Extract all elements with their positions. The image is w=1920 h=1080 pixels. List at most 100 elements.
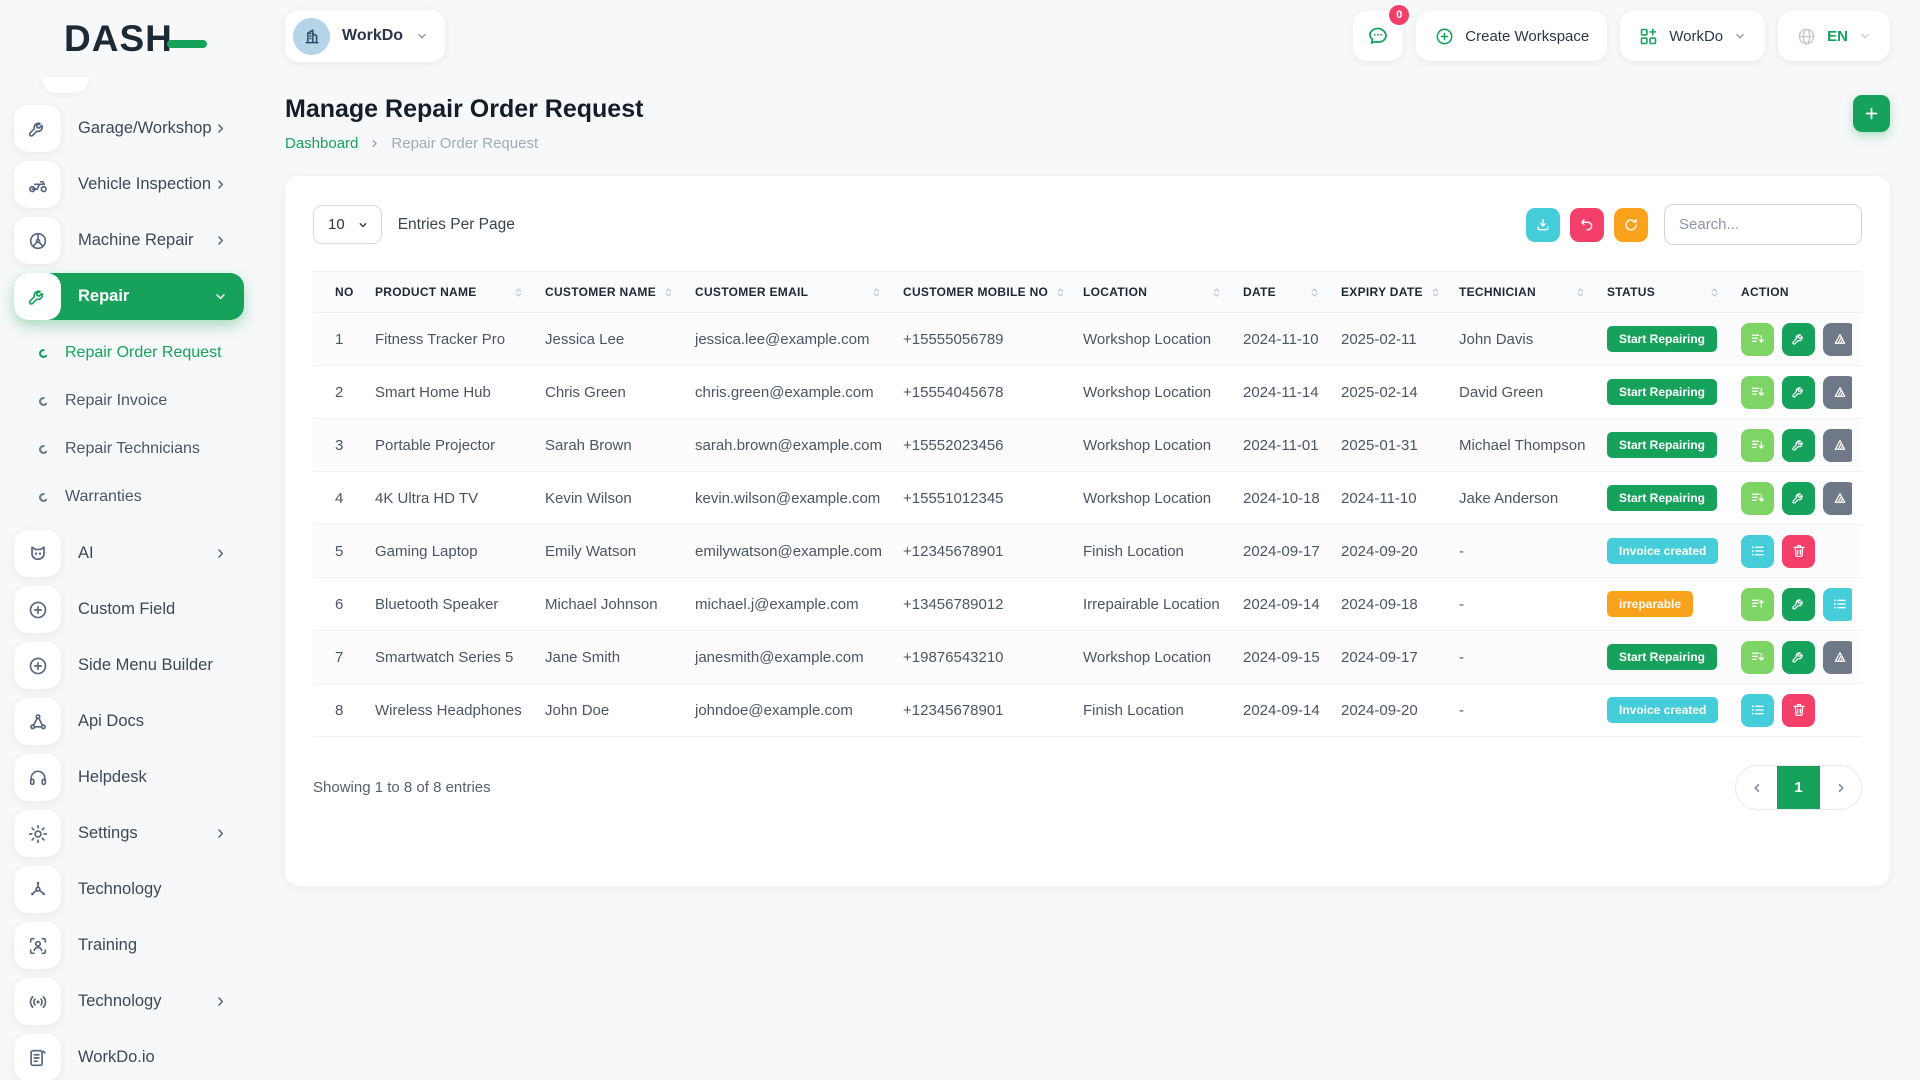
sort-icon[interactable]: [864, 286, 883, 299]
sort-down-action-button[interactable]: [1741, 375, 1774, 409]
sidebar-item-training[interactable]: Training: [14, 922, 244, 969]
workspace-switcher[interactable]: WorkDo: [285, 10, 446, 62]
status-badge[interactable]: Start Repairing: [1607, 485, 1718, 511]
repair-orders-card: 10 Entries Per Page NO PRODUCT NAME CUSTOM…: [285, 176, 1890, 886]
undo-button[interactable]: [1570, 207, 1604, 242]
sidebar-item-helpdesk[interactable]: Helpdesk: [14, 754, 244, 801]
status-badge[interactable]: irreparable: [1607, 591, 1694, 617]
wrench-action-button[interactable]: [1782, 322, 1815, 356]
sort-down-action-button[interactable]: [1741, 322, 1774, 356]
sort-icon[interactable]: [1302, 286, 1321, 299]
sort-down-action-button[interactable]: [1741, 481, 1774, 515]
sidebar-item-technology[interactable]: Technology: [14, 866, 244, 913]
column-header-product-name[interactable]: PRODUCT NAME: [365, 271, 535, 313]
trash-action-button[interactable]: [1782, 534, 1815, 568]
chevron-right-icon: [1838, 783, 1844, 792]
cell-date: 2024-10-18: [1233, 471, 1331, 525]
sort-icon[interactable]: [1048, 286, 1067, 299]
signal-action-button[interactable]: [1823, 428, 1852, 462]
signal-action-button[interactable]: [1823, 481, 1852, 515]
breadcrumb-dashboard-link[interactable]: Dashboard: [285, 135, 358, 152]
sidebar-item-machine-repair[interactable]: Machine Repair: [14, 217, 244, 264]
trash-action-button[interactable]: [1782, 693, 1815, 727]
brand-logo[interactable]: DASH: [64, 18, 207, 60]
cell-date: 2024-11-01: [1233, 418, 1331, 472]
sort-icon[interactable]: [1568, 286, 1587, 299]
sort-icon[interactable]: [506, 286, 525, 299]
row-actions: [1741, 481, 1852, 515]
status-badge[interactable]: Start Repairing: [1607, 326, 1718, 352]
refresh-button[interactable]: [1614, 207, 1648, 242]
topbar-actions: 0 Create Workspace WorkDo EN: [1353, 5, 1890, 61]
brand-logo-text: DASH: [64, 18, 173, 59]
sort-icon[interactable]: [1204, 286, 1223, 299]
list-action-button[interactable]: [1823, 587, 1852, 621]
sidebar-item-vehicle-inspection[interactable]: Vehicle Inspection: [14, 161, 244, 208]
status-badge[interactable]: Start Repairing: [1607, 432, 1718, 458]
status-badge[interactable]: Start Repairing: [1607, 379, 1718, 405]
wrench-action-button[interactable]: [1782, 428, 1815, 462]
sidebar-item-api-docs[interactable]: Api Docs: [14, 698, 244, 745]
table-row: 2 Smart Home Hub Chris Green chris.green@ex…: [313, 365, 1862, 419]
add-repair-order-button[interactable]: [1853, 95, 1890, 132]
sidebar-subitem-repair-order-request[interactable]: Repair Order Request: [0, 329, 260, 377]
signal-action-button[interactable]: [1823, 640, 1852, 674]
sidebar-item-repair[interactable]: Repair: [14, 273, 244, 320]
sidebar-subitem-repair-technicians[interactable]: Repair Technicians: [0, 425, 260, 473]
page-head: Manage Repair Order Request Dashboard Re…: [285, 95, 1890, 152]
cell-status: Start Repairing: [1597, 312, 1731, 366]
wrench-icon: [14, 273, 61, 320]
column-header-customer-name[interactable]: CUSTOMER NAME: [535, 271, 685, 313]
pagination-page-1[interactable]: 1: [1777, 766, 1820, 809]
cell-action: [1731, 577, 1862, 631]
pagination-next-button[interactable]: [1820, 766, 1861, 809]
sidebar-subitem-warranties[interactable]: Warranties: [0, 473, 260, 521]
sort-down-action-button[interactable]: [1741, 640, 1774, 674]
sort-down-action-button[interactable]: [1741, 428, 1774, 462]
column-header-technician[interactable]: TECHNICIAN: [1449, 271, 1597, 313]
sidebar-item-ai[interactable]: AI: [14, 530, 244, 577]
export-button[interactable]: [1526, 207, 1560, 242]
cell-location: Finish Location: [1073, 524, 1233, 578]
list-action-button[interactable]: [1741, 534, 1774, 568]
sort-up-action-button[interactable]: [1741, 587, 1774, 621]
sidebar-item-side-menu-builder[interactable]: Side Menu Builder: [14, 642, 244, 689]
chat-button[interactable]: 0: [1353, 5, 1410, 61]
status-badge[interactable]: Start Repairing: [1607, 644, 1718, 670]
pagination-prev-button[interactable]: [1736, 766, 1777, 809]
create-workspace-button[interactable]: Create Workspace: [1416, 11, 1608, 61]
column-header-customer-email[interactable]: CUSTOMER EMAIL: [685, 271, 893, 313]
language-selector[interactable]: EN: [1778, 11, 1890, 61]
cell-customer-name: Jessica Lee: [535, 312, 685, 366]
sidebar-subitem-label: Warranties: [65, 488, 142, 505]
sidebar-item-workdo-io[interactable]: WorkDo.io: [14, 1034, 244, 1080]
signal-action-button[interactable]: [1823, 322, 1852, 356]
wrench-action-button[interactable]: [1782, 587, 1815, 621]
column-header-customer-mobile-no[interactable]: CUSTOMER MOBILE NO: [893, 271, 1073, 313]
column-header-location[interactable]: LOCATION: [1073, 271, 1233, 313]
cell-status: Invoice created: [1597, 524, 1731, 578]
search-input[interactable]: [1664, 204, 1862, 245]
sort-icon[interactable]: [656, 286, 675, 299]
signal-action-button[interactable]: [1823, 375, 1852, 409]
status-badge[interactable]: Invoice created: [1607, 538, 1719, 564]
status-badge[interactable]: Invoice created: [1607, 697, 1719, 723]
sidebar-item-settings[interactable]: Settings: [14, 810, 244, 857]
sidebar-item-technology[interactable]: Technology: [14, 978, 244, 1025]
column-header-expiry-date[interactable]: EXPIRY DATE: [1331, 271, 1449, 313]
list-action-button[interactable]: [1741, 693, 1774, 727]
sort-icon[interactable]: [1423, 286, 1442, 299]
column-header-date[interactable]: DATE: [1233, 271, 1331, 313]
workdo-menu-button[interactable]: WorkDo: [1620, 11, 1766, 61]
wrench-action-button[interactable]: [1782, 481, 1815, 515]
wrench-action-button[interactable]: [1782, 640, 1815, 674]
sidebar-item-custom-field[interactable]: Custom Field: [14, 586, 244, 633]
main-content: Manage Repair Order Request Dashboard Re…: [285, 73, 1920, 1080]
column-header-status[interactable]: STATUS: [1597, 271, 1731, 313]
sort-icon[interactable]: [1702, 286, 1721, 299]
wrench-action-button[interactable]: [1782, 375, 1815, 409]
entries-per-page-select[interactable]: 10: [313, 205, 382, 244]
pagination: 1: [1735, 765, 1862, 810]
sidebar-subitem-repair-invoice[interactable]: Repair Invoice: [0, 377, 260, 425]
sidebar-item-garage-workshop[interactable]: Garage/Workshop: [14, 105, 244, 152]
